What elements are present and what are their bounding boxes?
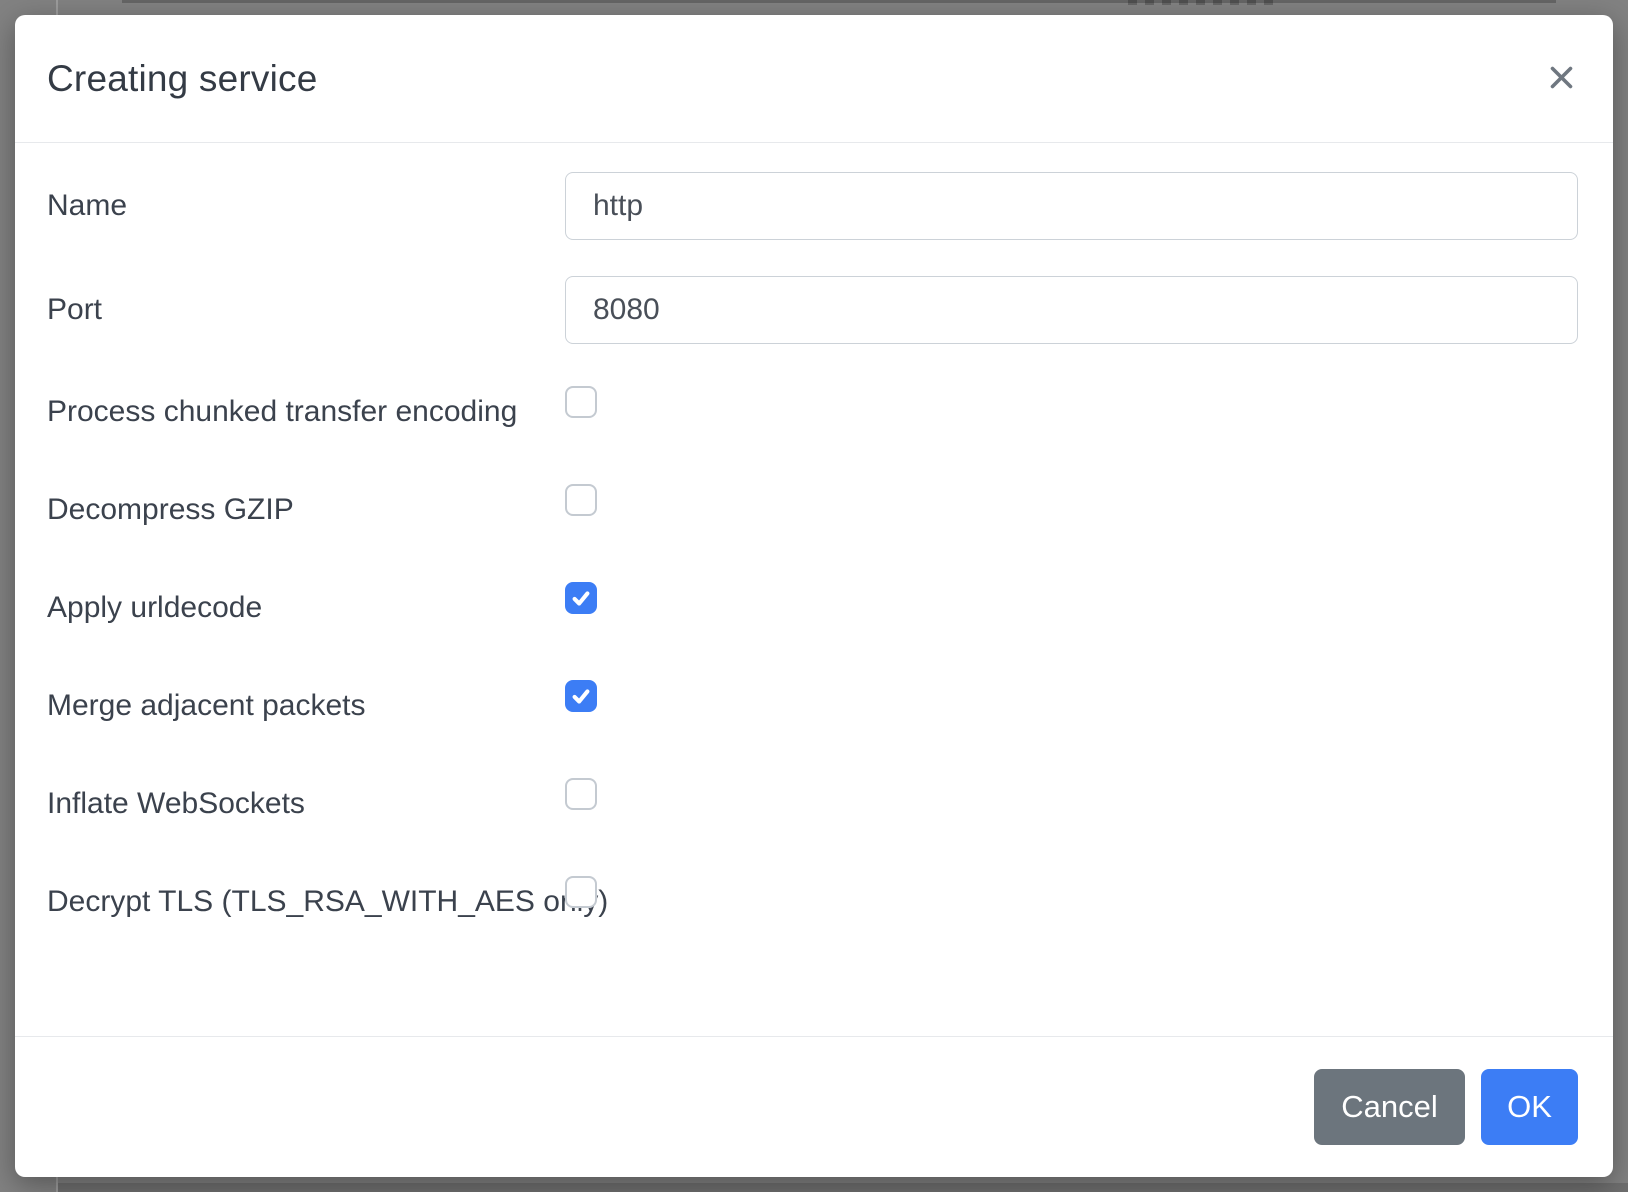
close-icon (1548, 64, 1575, 91)
decompress-gzip-label: Decompress GZIP (47, 476, 294, 544)
background-obscured-text (1128, 0, 1274, 5)
merge-packets-label: Merge adjacent packets (47, 672, 366, 740)
port-field-row: Port (15, 276, 1578, 344)
decrypt-tls-row: Decrypt TLS (TLS_RSA_WITH_AES only) (15, 868, 1578, 936)
port-input[interactable] (565, 276, 1578, 344)
port-field-label: Port (47, 276, 102, 344)
decrypt-tls-label: Decrypt TLS (TLS_RSA_WITH_AES only) (47, 868, 608, 936)
merge-packets-row: Merge adjacent packets (15, 672, 1578, 740)
check-icon (570, 587, 592, 609)
chunked-encoding-row: Process chunked transfer encoding (15, 378, 1578, 446)
creating-service-dialog: Creating service Name Port Process chunk… (15, 15, 1613, 1177)
background-table-border (122, 0, 1556, 3)
chunked-encoding-checkbox[interactable] (565, 386, 597, 418)
decompress-gzip-checkbox[interactable] (565, 484, 597, 516)
ok-button[interactable]: OK (1481, 1069, 1578, 1145)
cancel-button[interactable]: Cancel (1314, 1069, 1465, 1145)
dialog-header: Creating service (15, 15, 1613, 143)
merge-packets-checkbox[interactable] (565, 680, 597, 712)
decompress-gzip-row: Decompress GZIP (15, 476, 1578, 544)
inflate-websockets-label: Inflate WebSockets (47, 770, 305, 838)
name-field-row: Name (15, 172, 1578, 240)
dialog-body: Name Port Process chunked transfer encod… (15, 143, 1613, 1035)
inflate-websockets-row: Inflate WebSockets (15, 770, 1578, 838)
close-button[interactable] (1539, 55, 1583, 99)
apply-urldecode-checkbox[interactable] (565, 582, 597, 614)
name-field-label: Name (47, 172, 127, 240)
decrypt-tls-checkbox[interactable] (565, 876, 597, 908)
background-bottom-bar (58, 1183, 1628, 1192)
inflate-websockets-checkbox[interactable] (565, 778, 597, 810)
chunked-encoding-label: Process chunked transfer encoding (47, 378, 517, 446)
dialog-footer: Cancel OK (15, 1036, 1613, 1177)
screen: Creating service Name Port Process chunk… (0, 0, 1628, 1192)
dialog-title: Creating service (47, 15, 318, 142)
apply-urldecode-label: Apply urldecode (47, 574, 262, 642)
name-input[interactable] (565, 172, 1578, 240)
apply-urldecode-row: Apply urldecode (15, 574, 1578, 642)
check-icon (570, 685, 592, 707)
